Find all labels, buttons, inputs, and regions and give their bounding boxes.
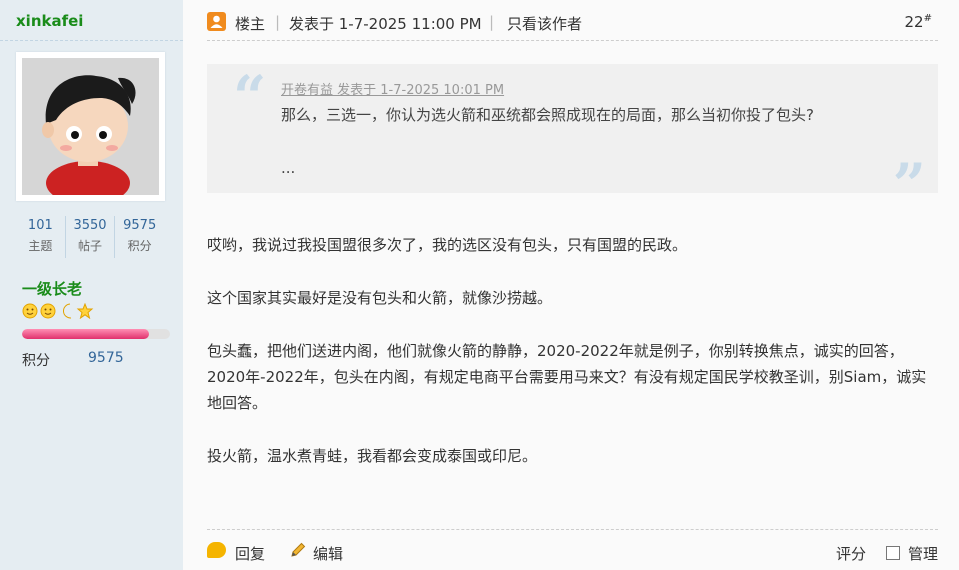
- floor-value: 22: [904, 13, 924, 31]
- user-rank[interactable]: 一级长老: [22, 278, 82, 299]
- post-paragraph: 包头蠢，把他们送进内阁，他们就像火箭的静静，2020-2022年就是例子，你别转…: [207, 342, 927, 412]
- progress-fill: [22, 329, 150, 339]
- rate-button[interactable]: 评分: [836, 543, 866, 564]
- close-quote-icon: ”: [892, 151, 926, 219]
- thread-starter-label: 楼主: [235, 15, 266, 33]
- stat-value: 101: [27, 218, 53, 233]
- rank-icons: [22, 302, 96, 320]
- divider: |: [275, 13, 281, 31]
- sun-icon: [22, 303, 38, 319]
- floor-mark: #: [923, 13, 932, 24]
- post-paragraph: 这个国家其实最好是没有包头和火箭，就像沙捞越。: [207, 289, 553, 307]
- open-quote-icon: “: [233, 63, 267, 131]
- avatar[interactable]: [16, 52, 165, 201]
- post-time: 发表于 1-7-2025 11:00 PM: [289, 15, 482, 33]
- manage-label[interactable]: 管理: [908, 543, 938, 564]
- divider: [207, 40, 938, 41]
- moon-icon: [63, 303, 72, 319]
- stat-label: 积分: [127, 239, 152, 253]
- stat-posts[interactable]: 3550 帖子: [64, 216, 115, 258]
- user-sidebar: xinkafei 101 主题 3550 帖子 9575 积分 一级长老 积分 …: [0, 0, 183, 570]
- manage-checkbox[interactable]: [886, 546, 900, 560]
- post-actions: 回复 编辑 评分 管理: [207, 540, 938, 564]
- stat-value: 3550: [73, 218, 107, 233]
- level-progress-bar: [22, 329, 170, 339]
- reply-button[interactable]: 回复: [235, 543, 265, 564]
- stat-value: 9575: [123, 218, 157, 233]
- only-author-link[interactable]: 只看该作者: [507, 13, 582, 34]
- thread-starter-icon: [207, 12, 226, 31]
- divider: |: [489, 13, 495, 31]
- sun-icon: [40, 303, 56, 319]
- avatar-image: [22, 58, 159, 195]
- post-paragraph: 投火箭，温水煮青蛙，我看都会变成泰国或印尼。: [207, 447, 538, 465]
- stat-label: 主题: [28, 239, 53, 253]
- stat-label: 帖子: [78, 239, 103, 253]
- reply-icon[interactable]: [207, 542, 226, 558]
- user-stats: 101 主题 3550 帖子 9575 积分: [16, 216, 164, 258]
- post-header: 楼主 | 发表于 1-7-2025 11:00 PM | 只看该作者 22#: [207, 10, 938, 36]
- pencil-icon[interactable]: [289, 541, 307, 563]
- username-link[interactable]: xinkafei: [16, 12, 83, 30]
- stat-threads[interactable]: 101 主题: [16, 216, 65, 258]
- points-label: 积分: [22, 353, 50, 369]
- post-paragraph: 哎哟，我说过我投国盟很多次了，我的选区没有包头，只有国盟的民政。: [207, 236, 688, 254]
- quote-source-link[interactable]: 开卷有益 发表于 1-7-2025 10:01 PM: [281, 79, 504, 98]
- divider: [0, 40, 183, 41]
- edit-button[interactable]: 编辑: [313, 543, 343, 564]
- divider: [207, 529, 938, 530]
- quote-text: 那么，三选一，你认为选火箭和巫统都会照成现在的局面，那么当初你投了包头?: [281, 106, 814, 124]
- quote-ellipsis: ...: [281, 159, 296, 177]
- post-content: 哎哟，我说过我投国盟很多次了，我的选区没有包头，只有国盟的民政。 这个国家其实最…: [207, 232, 938, 496]
- points-value: 9575: [88, 350, 124, 366]
- floor-number[interactable]: 22#: [905, 13, 932, 31]
- quote-block: “ 开卷有益 发表于 1-7-2025 10:01 PM 那么，三选一，你认为选…: [207, 63, 938, 214]
- star-icon: [76, 302, 94, 320]
- stat-points[interactable]: 9575 积分: [114, 216, 164, 258]
